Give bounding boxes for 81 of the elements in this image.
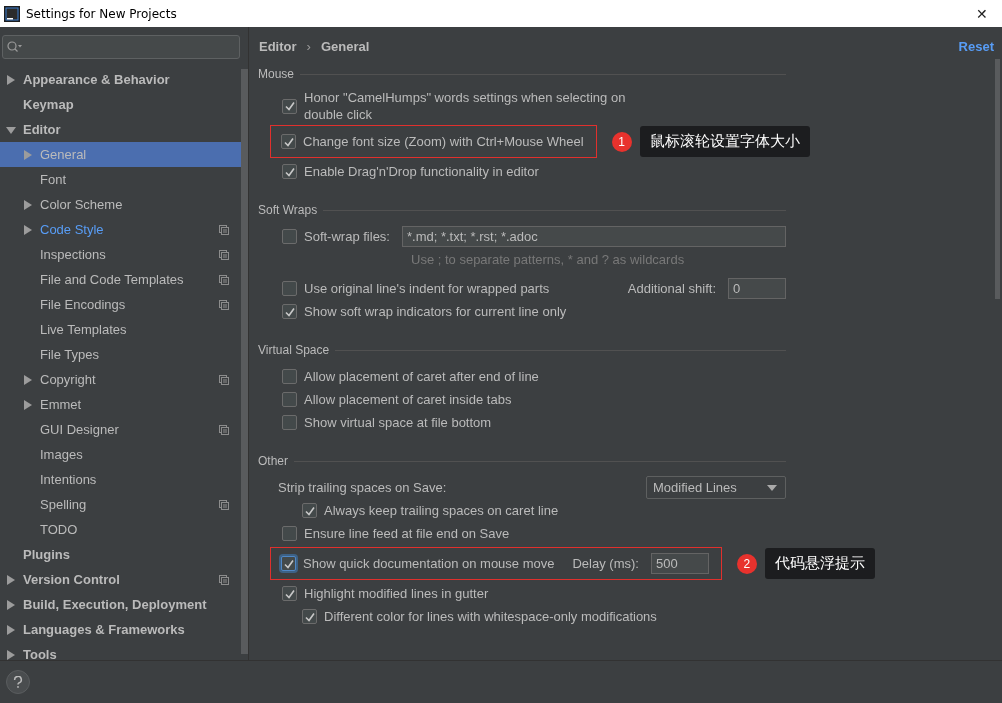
- field-label: Strip trailing spaces on Save:: [278, 480, 447, 495]
- number-badge: 1: [611, 131, 632, 152]
- input-field[interactable]: 500: [650, 553, 709, 574]
- checkbox[interactable]: [281, 556, 296, 571]
- checkbox-label[interactable]: Allow placement of caret after end of line: [304, 368, 539, 385]
- tree-item[interactable]: Code Style: [0, 217, 241, 242]
- section-title: Mouse: [258, 67, 295, 81]
- input-field[interactable]: *.md; *.txt; *.rst; *.adoc: [402, 226, 786, 247]
- checkbox-label[interactable]: Use original line's indent for wrapped parts: [304, 280, 550, 297]
- hint-text: Use ; to separate patterns, * and ? as wildcards: [410, 251, 686, 269]
- checkbox[interactable]: [282, 304, 297, 319]
- tree-item[interactable]: Emmet: [0, 392, 241, 417]
- annotation-tooltip: 代码悬浮提示: [764, 548, 875, 579]
- checkbox[interactable]: [281, 134, 296, 149]
- checkbox-label[interactable]: Enable Drag'n'Drop functionality in editor: [304, 163, 539, 180]
- tree-item[interactable]: Appearance & Behavior: [0, 67, 241, 92]
- checkbox-label[interactable]: Show virtual space at file bottom: [304, 414, 492, 431]
- tree-item[interactable]: Copyright: [0, 367, 241, 392]
- checkbox[interactable]: [282, 164, 297, 179]
- checkbox-label[interactable]: Highlight modified lines in gutter: [304, 585, 489, 602]
- app-icon: [4, 5, 20, 22]
- tree-item[interactable]: Build, Execution, Deployment: [0, 592, 241, 617]
- checkbox[interactable]: [282, 281, 297, 296]
- checkbox-label[interactable]: Honor "CamelHumps" words settings when selecting on double click: [304, 89, 664, 123]
- tree-item[interactable]: Live Templates: [0, 317, 241, 342]
- tree-item[interactable]: Languages & Frameworks: [0, 617, 241, 642]
- checkbox-label[interactable]: Always keep trailing spaces on caret line: [324, 502, 559, 519]
- breadcrumb-item[interactable]: Editor: [259, 38, 297, 54]
- tree-item[interactable]: File Encodings: [0, 292, 241, 317]
- help-button[interactable]: [6, 670, 30, 694]
- tree-item[interactable]: File and Code Templates: [0, 267, 241, 292]
- question-mark-icon: [13, 675, 23, 689]
- tree-item[interactable]: Spelling: [0, 492, 241, 517]
- checkbox-label[interactable]: Ensure line feed at file end on Save: [304, 525, 510, 542]
- checkbox-label[interactable]: Different color for lines with whitespace-only modifications: [324, 608, 657, 625]
- close-button[interactable]: ✕: [962, 0, 1002, 27]
- checkbox-label[interactable]: Change font size (Zoom) with Ctrl+Mouse Wheel: [303, 133, 584, 150]
- tree-item[interactable]: Tools: [0, 642, 241, 667]
- field-label: Delay (ms):: [572, 556, 639, 571]
- scrollbar[interactable]: [241, 69, 248, 654]
- checkbox[interactable]: [302, 609, 317, 624]
- checkbox[interactable]: [282, 369, 297, 384]
- field-label: Additional shift:: [627, 281, 716, 296]
- checkbox[interactable]: [282, 98, 297, 114]
- dropdown[interactable]: Modified Lines: [646, 476, 786, 499]
- checkbox-label[interactable]: Show quick documentation on mouse move: [303, 555, 555, 572]
- checkbox-label[interactable]: Soft-wrap files:: [304, 228, 390, 245]
- checkbox[interactable]: [282, 586, 297, 601]
- tree-item[interactable]: File Types: [0, 342, 241, 367]
- checkbox[interactable]: [282, 526, 297, 541]
- search-icon: [7, 41, 23, 53]
- number-badge: 2: [736, 553, 757, 574]
- tree-item[interactable]: Font: [0, 167, 241, 192]
- section-title: Other: [258, 454, 288, 468]
- tree-item[interactable]: Inspections: [0, 242, 241, 267]
- section-title: Soft Wraps: [258, 203, 318, 217]
- checkbox[interactable]: [282, 392, 297, 407]
- tree-item[interactable]: TODO: [0, 517, 241, 542]
- section-title: Virtual Space: [258, 343, 330, 357]
- dropdown-arrow-icon: [767, 484, 777, 491]
- checkbox-label[interactable]: Show soft wrap indicators for current line only: [304, 303, 567, 320]
- breadcrumb-item[interactable]: General: [320, 38, 370, 54]
- checkbox[interactable]: [302, 503, 317, 518]
- tree-item[interactable]: GUI Designer: [0, 417, 241, 442]
- tree-item[interactable]: Keymap: [0, 92, 241, 117]
- reset-link[interactable]: Reset: [958, 38, 994, 54]
- annotation-tooltip: 鼠标滚轮设置字体大小: [639, 126, 810, 157]
- tree-item[interactable]: Color Scheme: [0, 192, 241, 217]
- input-field[interactable]: 0: [728, 278, 786, 299]
- checkbox-label[interactable]: Allow placement of caret inside tabs: [304, 391, 512, 408]
- window-title: Settings for New Projects: [26, 6, 177, 21]
- scrollbar[interactable]: [995, 59, 1000, 299]
- breadcrumb-separator: ›: [306, 38, 311, 54]
- tree-item[interactable]: Intentions: [0, 467, 241, 492]
- search-field[interactable]: [2, 35, 240, 59]
- tree-item[interactable]: Plugins: [0, 542, 241, 567]
- tree-item[interactable]: Version Control: [0, 567, 241, 592]
- tree-item[interactable]: Images: [0, 442, 241, 467]
- checkbox[interactable]: [282, 229, 297, 244]
- checkbox[interactable]: [282, 415, 297, 430]
- tree-item[interactable]: Editor: [0, 117, 241, 142]
